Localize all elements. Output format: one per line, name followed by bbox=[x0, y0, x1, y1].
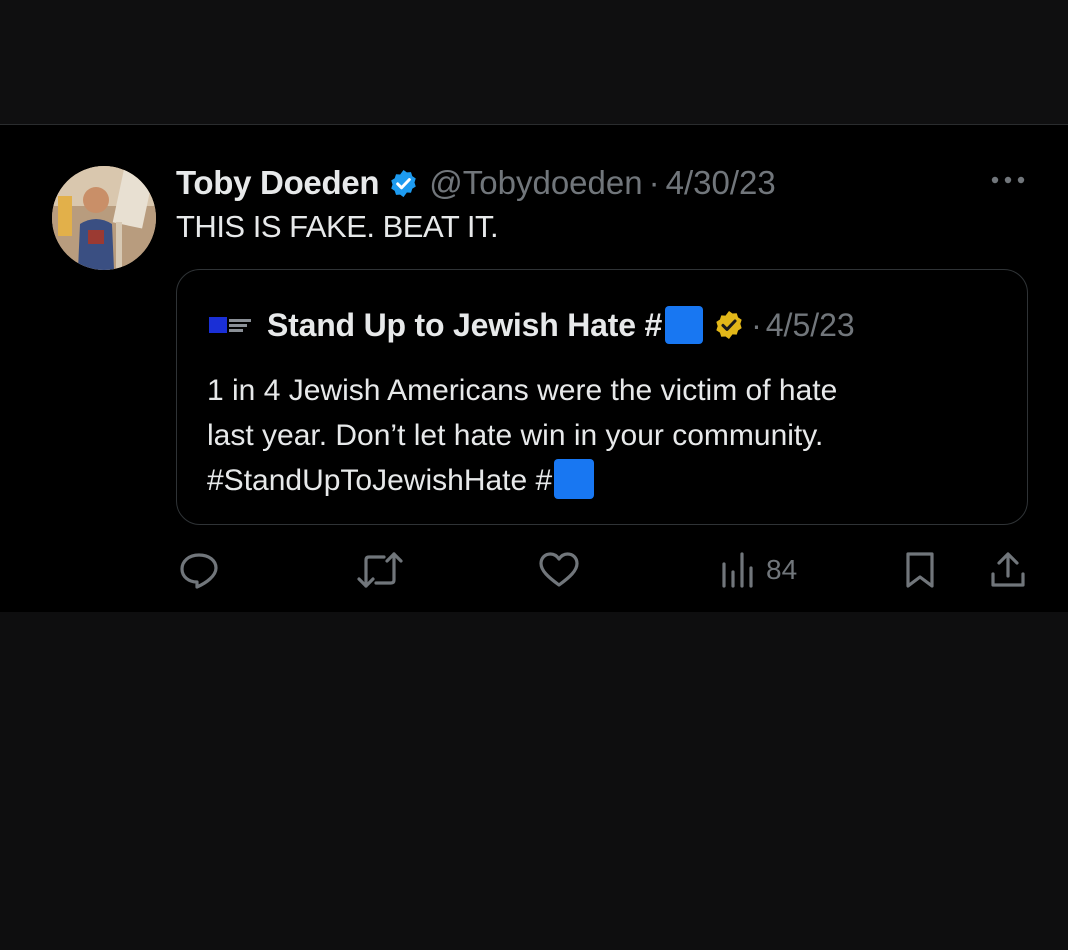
top-blank-area bbox=[0, 0, 1068, 124]
bookmark-button[interactable] bbox=[902, 545, 938, 595]
share-button[interactable] bbox=[988, 545, 1028, 595]
tweet-header: Toby Doeden @Tobydoeden · 4/30/23 bbox=[176, 163, 776, 203]
reply-button[interactable] bbox=[178, 545, 220, 595]
share-icon bbox=[991, 552, 1025, 587]
quoted-author-name[interactable]: Stand Up to Jewish Hate # bbox=[267, 307, 662, 344]
tweet-action-bar: 84 bbox=[0, 545, 1068, 595]
views-icon bbox=[722, 552, 753, 588]
blue-square-emoji-icon bbox=[665, 306, 704, 344]
like-button[interactable] bbox=[538, 545, 580, 595]
quoted-separator-dot: · bbox=[751, 306, 762, 343]
views-count: 84 bbox=[766, 554, 798, 585]
author-avatar[interactable] bbox=[52, 166, 156, 270]
quoted-tweet-card[interactable]: Stand Up to Jewish Hate # · 4/5/23 1 in … bbox=[176, 269, 1028, 525]
verified-badge-icon bbox=[388, 168, 419, 199]
retweet-button[interactable] bbox=[356, 545, 404, 595]
tweet[interactable]: Toby Doeden @Tobydoeden · 4/30/23 THIS I… bbox=[0, 124, 1068, 613]
tweet-text: THIS IS FAKE. BEAT IT. bbox=[176, 209, 499, 244]
views-button[interactable]: 84 bbox=[720, 545, 797, 595]
like-icon bbox=[539, 552, 579, 587]
reply-icon bbox=[180, 553, 218, 589]
gold-verified-badge-icon bbox=[713, 309, 745, 341]
blue-square-emoji-icon bbox=[554, 459, 595, 500]
bottom-blank-area bbox=[0, 612, 1068, 950]
more-dots-icon bbox=[991, 176, 1025, 184]
quoted-text-line: 1 in 4 Jewish Americans were the victim … bbox=[207, 374, 838, 407]
retweet-icon bbox=[357, 552, 403, 588]
quoted-text-line-hashtags: #StandUpToJewishHate # bbox=[207, 458, 1007, 503]
quoted-tweet-date[interactable]: 4/5/23 bbox=[766, 307, 855, 344]
more-options-button[interactable] bbox=[986, 165, 1030, 195]
bookmark-icon bbox=[906, 552, 934, 588]
author-name[interactable]: Toby Doeden bbox=[176, 164, 380, 202]
separator-dot: · bbox=[648, 164, 660, 201]
hashtags-text[interactable]: #StandUpToJewishHate # bbox=[207, 464, 552, 497]
quoted-author-avatar[interactable] bbox=[209, 314, 253, 336]
quoted-tweet-text: 1 in 4 Jewish Americans were the victim … bbox=[207, 368, 1007, 503]
quoted-text-line: last year. Don’t let hate win in your co… bbox=[207, 419, 824, 452]
quoted-tweet-header: Stand Up to Jewish Hate # · 4/5/23 bbox=[209, 304, 855, 346]
author-handle[interactable]: @Tobydoeden bbox=[429, 164, 642, 202]
tweet-date[interactable]: 4/30/23 bbox=[666, 164, 776, 202]
